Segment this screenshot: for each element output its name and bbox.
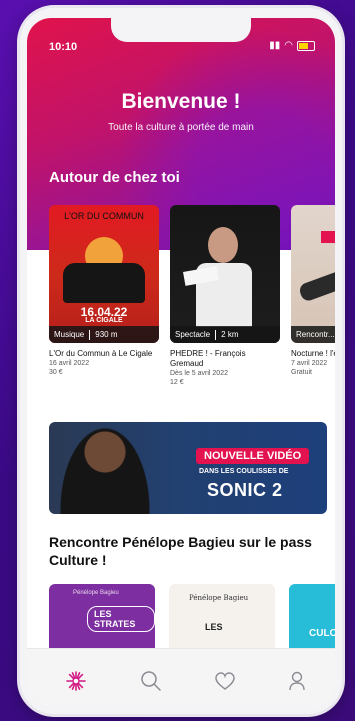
nearby-carousel[interactable]: L'OR DU COMMUN 16.04.22 LA CIGALE Musiqu… (49, 205, 335, 415)
offer-category: Rencontr... (296, 330, 335, 339)
banner-person (57, 422, 153, 514)
heart-icon (215, 672, 235, 690)
banner-subtitle: DANS LES COULISSES DE (199, 468, 289, 475)
battery-icon (297, 40, 315, 51)
wifi-icon: ◠ (284, 40, 293, 51)
offer-date: 16 avril 2022 (49, 360, 90, 367)
tab-home[interactable] (64, 669, 88, 693)
offer-title: PHEDRE ! - François Gremaud (170, 349, 246, 368)
offer-title: Nocturne ! l'ère des ré (291, 349, 335, 358)
page-title: Bienvenue ! (121, 90, 241, 113)
offer-date: Dès le 5 avril 2022 (170, 370, 228, 377)
poster-tag (321, 231, 335, 243)
offer-card[interactable]: L'OR DU COMMUN 16.04.22 LA CIGALE Musiqu… (49, 205, 159, 377)
thumb-label: CULO (309, 628, 335, 639)
poster-title: L'OR DU COMMUN (64, 211, 144, 221)
tagline: Toute la culture à portée de main (108, 122, 254, 133)
offer-distance: 2 km (221, 330, 239, 339)
offer-distance: 930 m (95, 330, 118, 339)
status-time: 10:10 (49, 41, 78, 53)
video-banner[interactable]: NOUVELLE VIDÉO DANS LES COULISSES DE SON… (49, 422, 327, 514)
offer-title: L'Or du Commun à Le Cigale (49, 349, 153, 358)
poster-people (63, 263, 145, 303)
offer-poster: Spectacle 2 km (170, 205, 280, 343)
offer-card[interactable]: Spectacle 2 km PHEDRE ! - François Grema… (170, 205, 280, 387)
offer-price: 12 € (170, 379, 184, 386)
tab-bar (27, 648, 335, 706)
banner-title: SONIC 2 (207, 480, 283, 500)
phone-notch (111, 18, 251, 42)
rencontre-thumb[interactable]: Pénélope Bagieu LES STRATES (49, 584, 155, 654)
profile-icon (289, 671, 305, 691)
poster-venue: LA CIGALE (85, 317, 123, 324)
signal-icon: ▮▮ (269, 40, 281, 51)
app-screen: 10:10 ▮▮ ◠ Bienvenue ! Toute la culture … (27, 18, 335, 706)
banner-badge: NOUVELLE VIDÉO (196, 448, 310, 464)
offer-category: Spectacle (175, 330, 211, 339)
poster-hand (297, 265, 335, 303)
thumb-label: LES (205, 622, 223, 632)
thumb-author: Pénélope Bagieu (73, 590, 119, 596)
offer-card[interactable]: Rencontr... Nocturne ! l'ère des ré 7 av… (291, 205, 335, 377)
thumb-author: Pénélope Bagieu (189, 594, 249, 602)
offer-meta-bar: Spectacle 2 km (170, 326, 280, 343)
home-icon (66, 671, 86, 691)
poster-face (208, 227, 238, 263)
offer-meta-bar: Rencontr... (291, 326, 335, 343)
tab-search[interactable] (139, 669, 163, 693)
offer-category: Musique (54, 330, 85, 339)
offer-date: 7 avril 2022 (291, 360, 328, 367)
offer-price: Gratuit (291, 369, 313, 376)
status-icons: ▮▮ ◠ (269, 40, 315, 51)
thumb-label: LES STRATES (87, 606, 155, 632)
rencontre-carousel[interactable]: Pénélope Bagieu LES STRATES Pénélope Bag… (49, 584, 335, 654)
nearby-section-title: Autour de chez toi (49, 169, 180, 186)
rencontre-title: Rencontre Pénélope Bagieu sur le pass Cu… (49, 534, 312, 568)
offer-poster: Rencontr... (291, 205, 335, 343)
tab-favorites[interactable] (213, 669, 237, 693)
rencontre-thumb[interactable]: CULO (289, 584, 335, 654)
search-icon (141, 671, 161, 691)
tab-profile[interactable] (285, 669, 309, 693)
rencontre-thumb[interactable]: Pénélope Bagieu LES (169, 584, 275, 654)
offer-price: 30 € (49, 369, 63, 376)
offer-poster: L'OR DU COMMUN 16.04.22 LA CIGALE Musiqu… (49, 205, 159, 343)
offer-meta-bar: Musique 930 m (49, 326, 159, 343)
